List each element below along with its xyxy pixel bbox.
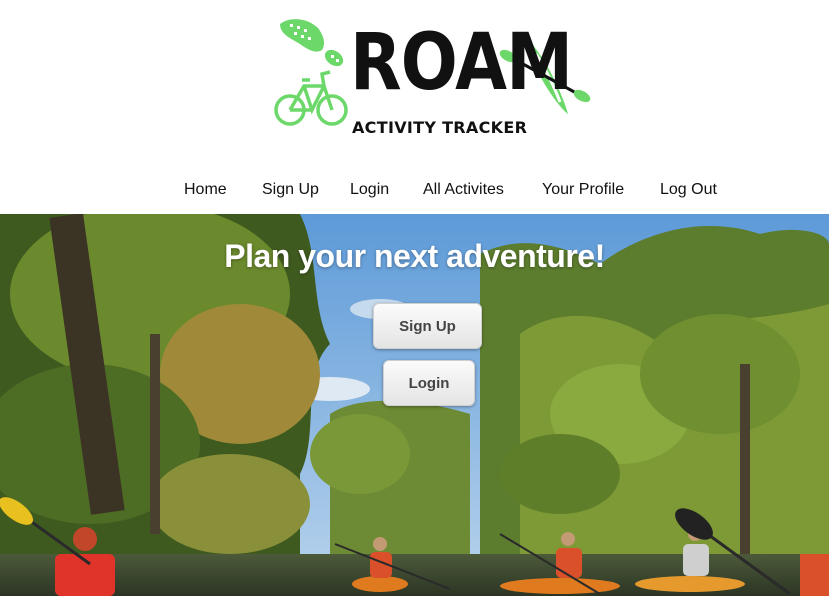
roam-logo[interactable]: ROAM ACTIVITY TRACKER [272,14,592,138]
hero-login-button[interactable]: Login [383,360,475,406]
nav-sign-up[interactable]: Sign Up [262,181,319,199]
nav-log-out[interactable]: Log Out [660,181,717,199]
logo-wordmark: ROAM [350,18,573,108]
bicycle-icon [274,70,348,126]
hero-section: Plan your next adventure! Sign Up Login [0,214,829,596]
site-header: ROAM ACTIVITY TRACKER Home Sign Up Login… [0,0,829,214]
logo-tagline: ACTIVITY TRACKER [352,118,528,137]
hero-heading: Plan your next adventure! [224,238,605,274]
main-nav: Home Sign Up Login All Activites Your Pr… [0,181,829,203]
nav-your-profile[interactable]: Your Profile [542,181,624,199]
shoe-print-icon [280,19,344,67]
nav-all-activities[interactable]: All Activites [423,181,504,199]
hero-sign-up-button[interactable]: Sign Up [373,303,482,349]
nav-login[interactable]: Login [350,181,389,199]
nav-home[interactable]: Home [184,181,227,199]
